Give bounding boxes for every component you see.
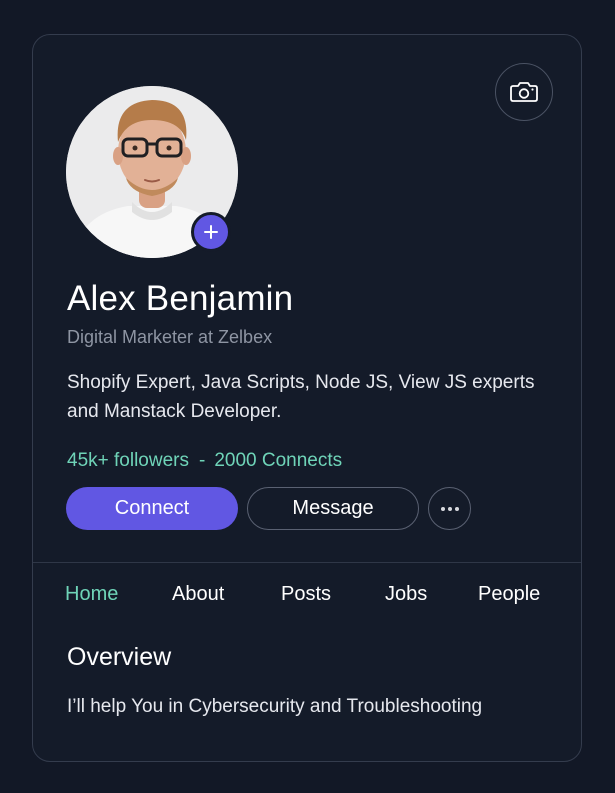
tab-posts[interactable]: Posts bbox=[281, 583, 331, 606]
followers-count[interactable]: 45k+ followers bbox=[67, 450, 189, 471]
profile-name: Alex Benjamin bbox=[67, 279, 294, 318]
add-photo-button[interactable] bbox=[191, 212, 231, 252]
profile-bio: Shopify Expert, Java Scripts, Node JS, V… bbox=[67, 372, 535, 422]
tab-jobs[interactable]: Jobs bbox=[385, 583, 427, 606]
plus-icon bbox=[204, 225, 218, 239]
camera-button[interactable] bbox=[495, 63, 553, 121]
tab-home[interactable]: Home bbox=[65, 583, 118, 606]
overview-text: I’ll help You in Cybersecurity and Troub… bbox=[67, 696, 483, 717]
profile-headline: Digital Marketer at Zelbex bbox=[67, 327, 273, 347]
section-divider bbox=[33, 562, 581, 563]
tab-about[interactable]: About bbox=[172, 583, 224, 606]
stats-separator: - bbox=[198, 450, 206, 471]
profile-stats: 45k+ followers -2000 Connects bbox=[67, 450, 342, 472]
connects-count[interactable]: 2000 Connects bbox=[214, 450, 342, 471]
message-button[interactable]: Message bbox=[247, 487, 419, 530]
tab-people[interactable]: People bbox=[478, 583, 540, 606]
connect-button[interactable]: Connect bbox=[66, 487, 238, 530]
camera-icon bbox=[510, 82, 538, 102]
more-button[interactable] bbox=[428, 487, 471, 530]
profile-tabs: Home About Posts Jobs People bbox=[65, 583, 547, 607]
more-horizontal-icon bbox=[440, 506, 459, 511]
profile-card: Alex Benjamin Digital Marketer at Zelbex… bbox=[32, 34, 582, 762]
overview-title: Overview bbox=[67, 643, 172, 671]
profile-actions: Connect Message bbox=[66, 487, 471, 530]
